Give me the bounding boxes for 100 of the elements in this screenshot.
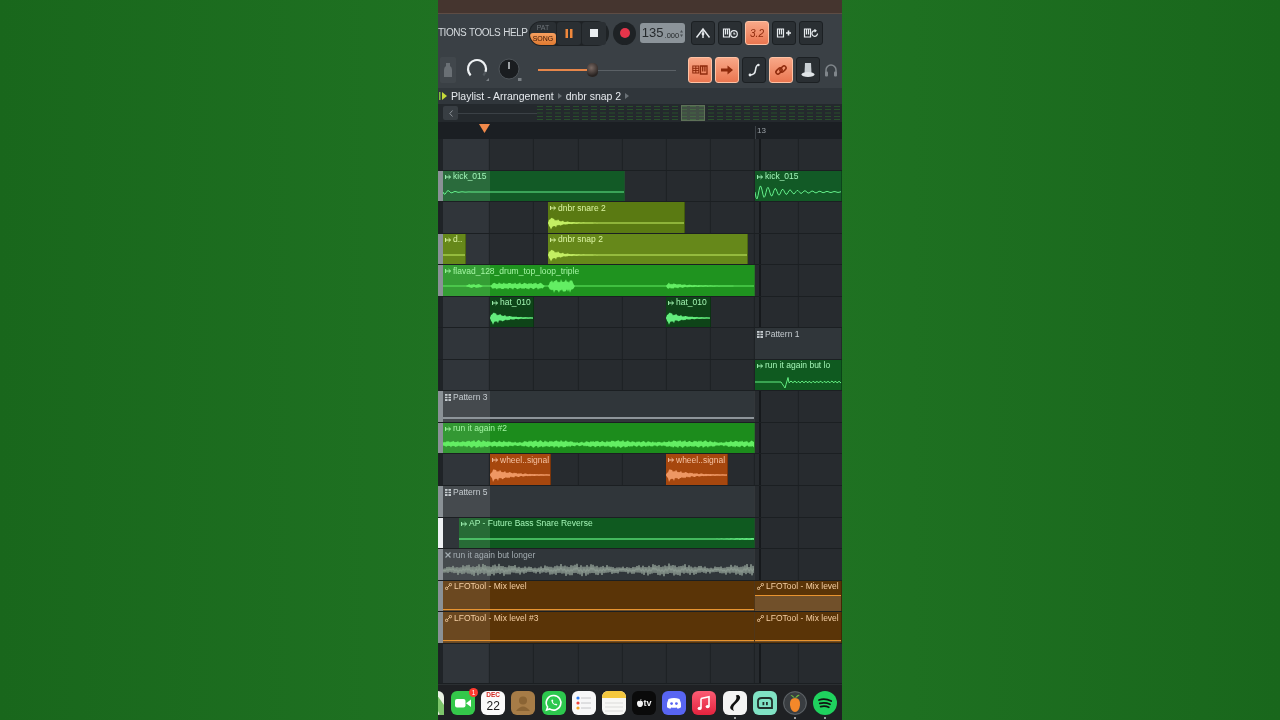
arrow-bar-icon — [492, 299, 498, 306]
track-strip[interactable] — [438, 170, 443, 202]
pattern-clip[interactable]: Pattern 3 — [443, 391, 755, 422]
automation-clip[interactable]: LFOTool - Mix level #3 — [443, 612, 755, 643]
link-icon — [757, 583, 764, 591]
automation-clip[interactable]: LFOTool - Mix level — [755, 612, 842, 643]
audio-clip[interactable]: kick_015 — [755, 170, 842, 202]
fruit-icon[interactable] — [783, 691, 808, 715]
audio-clip[interactable]: kick_015 — [443, 170, 625, 202]
link-icon — [757, 614, 764, 622]
arrow-bar-icon — [445, 268, 451, 275]
audio-clip[interactable]: hat_010 — [490, 296, 534, 328]
countdown-button[interactable]: 3.2 — [745, 21, 769, 45]
checklist-icon[interactable] — [571, 691, 596, 715]
top-hat-icon — [800, 61, 816, 79]
audio-clip[interactable]: dnbr snare 2 — [548, 202, 685, 233]
tool-button[interactable] — [691, 21, 715, 45]
curve-icon — [746, 62, 762, 78]
breadcrumb-item[interactable]: dnbr snap 2 — [565, 88, 622, 104]
clip-name: AP - Future Bass Snare Reverse — [469, 518, 593, 530]
arrow-bar-icon — [445, 173, 451, 180]
play-arrow-icon — [439, 91, 447, 101]
slider-thumb[interactable] — [586, 63, 598, 77]
clip-name: LFOTool - Mix level #3 — [454, 612, 539, 624]
clip-name: wheel..signal — [500, 454, 550, 466]
tv-label: tv — [643, 698, 652, 708]
notepad-icon[interactable] — [601, 691, 626, 715]
record-icon — [619, 28, 630, 38]
tool-button[interactable] — [796, 57, 820, 83]
menu-item[interactable]: HELP — [503, 26, 528, 40]
pattern-grid-icon — [445, 393, 451, 401]
arrow-bar-icon — [550, 205, 556, 212]
spinner-arrows-icon — [680, 29, 684, 37]
menu-item[interactable]: TOOLS — [469, 26, 501, 40]
clip-name: run it again #2 — [453, 423, 507, 435]
tool-button[interactable] — [742, 57, 766, 83]
clip-name: kick_015 — [765, 171, 799, 183]
clip-name: flavad_128_drum_top_loop_triple — [453, 265, 580, 277]
tool-button[interactable] — [799, 21, 823, 45]
audio-clip[interactable]: hat_010 — [666, 296, 711, 328]
link-icon — [445, 614, 452, 622]
clip-name: wheel..signal — [676, 454, 726, 466]
clip-name: LFOTool - Mix level — [766, 581, 839, 593]
audio-clip[interactable]: wheel..signal — [666, 454, 728, 485]
tool-button[interactable] — [772, 21, 796, 45]
tool-button[interactable] — [718, 21, 742, 45]
arrow-bar-icon — [492, 457, 498, 464]
pause-icon — [565, 28, 573, 38]
audio-clip[interactable]: d.. — [443, 233, 466, 265]
video-camera-icon[interactable] — [451, 691, 475, 715]
arrow-bar-icon — [550, 236, 556, 243]
music-note-icon[interactable] — [692, 691, 717, 715]
audio-clip[interactable]: AP - Future Bass Snare Reverse — [459, 517, 755, 549]
s-curve-icon[interactable] — [722, 691, 747, 715]
clip-name: LFOTool - Mix level — [454, 581, 527, 593]
clip-name: dnbr snare 2 — [558, 202, 606, 214]
automation-clip[interactable]: LFOTool - Mix level — [755, 580, 842, 612]
automation-clip[interactable]: LFOTool - Mix level — [443, 580, 755, 612]
clip-name: dnbr snap 2 — [558, 234, 603, 246]
bar-number: 13 — [757, 126, 766, 136]
caret-icon — [557, 93, 562, 99]
calendar-day: 22 — [486, 699, 500, 713]
audio-clip[interactable]: wheel..signal — [490, 454, 551, 485]
app-icon[interactable] — [438, 691, 444, 715]
playhead-marker-icon[interactable] — [479, 124, 490, 133]
gamepad-icon[interactable] — [662, 691, 687, 715]
apple-icon — [636, 699, 643, 707]
pattern-grid-icon — [445, 488, 451, 496]
clip-name: hat_010 — [676, 297, 707, 309]
viewport-handle[interactable] — [681, 105, 705, 121]
keys-plus-icon — [776, 25, 792, 41]
stop-button[interactable] — [582, 21, 606, 45]
clip-name: LFOTool - Mix level — [766, 612, 839, 624]
clip-name: run it again but lo — [765, 360, 831, 372]
clip-name: run it again but longer — [453, 549, 536, 561]
arrow-bar-icon — [757, 173, 763, 180]
chat-bubble-icon[interactable] — [541, 691, 566, 715]
knob[interactable] — [498, 58, 522, 82]
peak-icon — [695, 25, 711, 41]
pattern-clip[interactable]: Pattern 5 — [443, 486, 755, 517]
pattern-clip[interactable]: Pattern 1 — [755, 328, 842, 359]
tv-tile[interactable]: tv — [632, 691, 657, 715]
clip-name: Pattern 3 — [453, 391, 488, 403]
headphones-icon[interactable] — [824, 63, 838, 77]
audio-clip[interactable]: run it again but longer — [443, 549, 755, 580]
record-button[interactable] — [613, 21, 636, 45]
menu-item[interactable]: TIONS — [438, 26, 467, 40]
pattern-grid-icon — [757, 330, 763, 338]
audio-clip[interactable]: dnbr snap 2 — [548, 233, 748, 265]
keys-grid-icon — [692, 62, 708, 78]
arrow-bar-icon — [461, 520, 467, 527]
pause-button[interactable] — [557, 21, 581, 45]
link-icon — [445, 583, 452, 591]
sound-waves-icon[interactable] — [813, 691, 838, 715]
person-icon[interactable] — [511, 691, 536, 715]
audio-clip[interactable]: run it again but lo — [755, 359, 842, 391]
robot-face-icon[interactable] — [752, 691, 777, 715]
chevron-left-icon — [448, 109, 453, 117]
playlist-title: Playlist - Arrangement — [451, 89, 554, 104]
knob[interactable] — [466, 58, 490, 82]
